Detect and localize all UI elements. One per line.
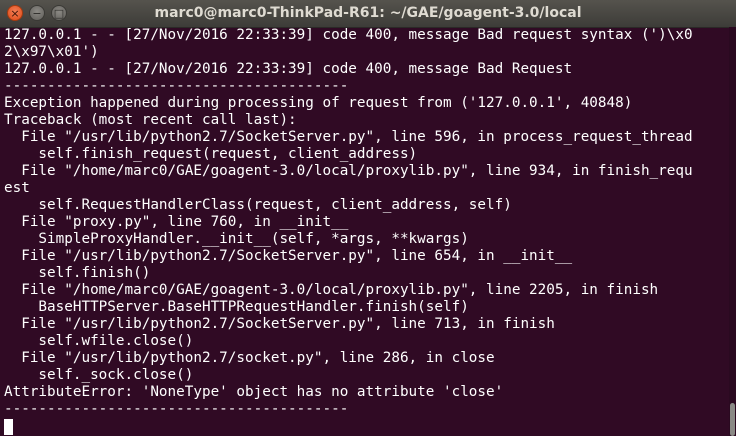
terminal-line: est [4, 180, 30, 196]
terminal-line: 127.0.0.1 - - [27/Nov/2016 22:33:39] cod… [4, 27, 693, 43]
terminal-line: self.wfile.close() [4, 333, 194, 349]
maximize-window-button[interactable]: □ [51, 5, 67, 21]
terminal-line: File "/usr/lib/python2.7/socket.py", lin… [4, 350, 495, 366]
terminal-line: self.finish_request(request, client_addr… [4, 146, 418, 162]
terminal-window: marc0@marc0-ThinkPad-R61: ~/GAE/goagent-… [0, 0, 736, 436]
terminal-line: File "/home/marc0/GAE/goagent-3.0/local/… [4, 282, 659, 298]
title-bar[interactable]: marc0@marc0-ThinkPad-R61: ~/GAE/goagent-… [0, 0, 736, 28]
terminal-line: self._sock.close() [4, 367, 194, 383]
terminal-line: ---------------------------------------- [4, 78, 349, 94]
close-window-button[interactable]: × [7, 5, 23, 21]
terminal-line: self.finish() [4, 265, 151, 281]
terminal-scrollbar[interactable] [729, 27, 736, 436]
terminal-line: File "proxy.py", line 760, in __init__ [4, 214, 349, 230]
terminal-line: File "/usr/lib/python2.7/SocketServer.py… [4, 316, 555, 332]
terminal-lines: 127.0.0.1 - - [27/Nov/2016 22:33:39] cod… [4, 27, 693, 435]
minimize-window-button[interactable]: − [29, 5, 45, 21]
terminal-line: ---------------------------------------- [4, 401, 349, 417]
window-title: marc0@marc0-ThinkPad-R61: ~/GAE/goagent-… [154, 5, 582, 21]
terminal-line: Traceback (most recent call last): [4, 112, 297, 128]
terminal-line: 127.0.0.1 - - [27/Nov/2016 22:33:39] cod… [4, 61, 573, 77]
terminal-line: BaseHTTPServer.BaseHTTPRequestHandler.fi… [4, 299, 469, 315]
terminal-output[interactable]: 127.0.0.1 - - [27/Nov/2016 22:33:39] cod… [0, 27, 728, 436]
terminal-line: File "/usr/lib/python2.7/SocketServer.py… [4, 248, 573, 264]
terminal-line: 2\x97\x01') [4, 44, 99, 60]
terminal-line: File "/usr/lib/python2.7/SocketServer.py… [4, 129, 693, 145]
prompt-line[interactable] [4, 418, 693, 435]
scrollbar-thumb[interactable] [730, 403, 735, 436]
terminal-line: File "/home/marc0/GAE/goagent-3.0/local/… [4, 163, 693, 179]
terminal-line: Exception happened during processing of … [4, 95, 633, 111]
terminal-line: SimpleProxyHandler.__init__(self, *args,… [4, 231, 469, 247]
terminal-line: AttributeError: 'NoneType' object has no… [4, 384, 504, 400]
terminal-line: self.RequestHandlerClass(request, client… [4, 197, 512, 213]
text-cursor [4, 419, 13, 435]
